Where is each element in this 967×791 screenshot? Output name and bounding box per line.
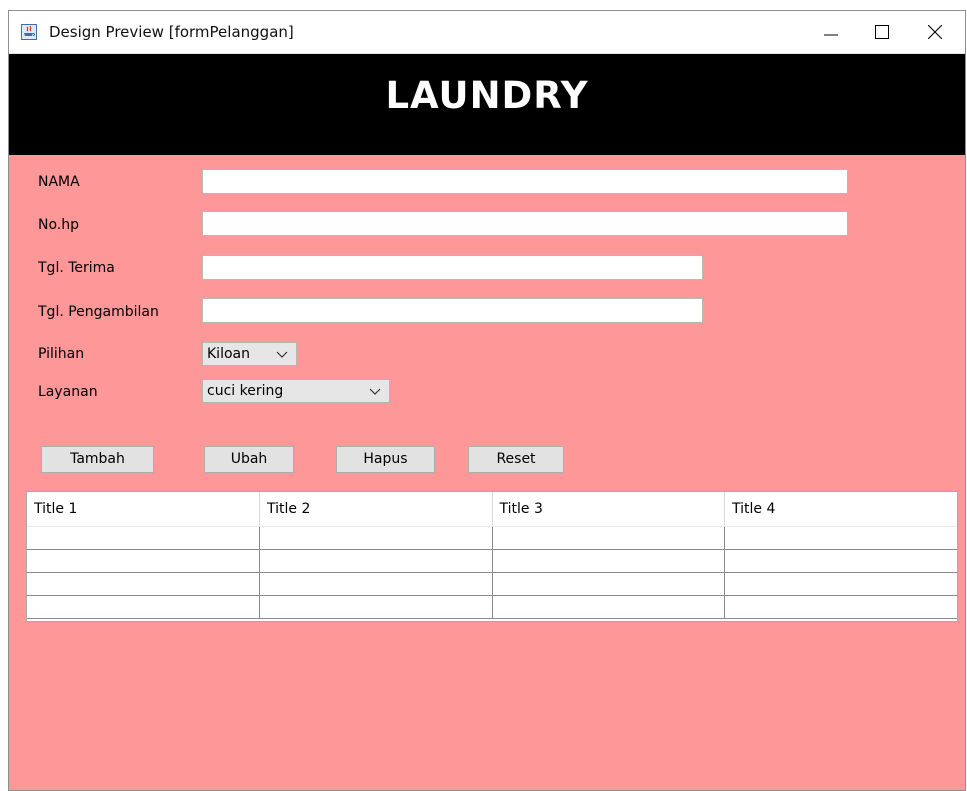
table-cell[interactable] bbox=[259, 595, 493, 619]
table-cell[interactable] bbox=[259, 572, 493, 596]
minimize-icon bbox=[824, 34, 838, 36]
tgl-pengambilan-label: Tgl. Pengambilan bbox=[38, 304, 159, 320]
table-cell[interactable] bbox=[259, 526, 493, 550]
table-cell[interactable] bbox=[724, 526, 957, 550]
close-button[interactable] bbox=[911, 11, 957, 53]
pilihan-dropdown[interactable]: Kiloan bbox=[202, 342, 297, 366]
table-cell[interactable] bbox=[259, 549, 493, 573]
table-row[interactable] bbox=[27, 572, 957, 596]
layanan-selected-value: cuci kering bbox=[207, 383, 284, 399]
hapus-button[interactable]: Hapus bbox=[336, 446, 435, 473]
table-cell[interactable] bbox=[491, 572, 725, 596]
chevron-down-icon bbox=[369, 388, 381, 395]
table-cell[interactable] bbox=[491, 526, 725, 550]
pelanggan-table[interactable]: Title 1 Title 2 Title 3 Title 4 bbox=[26, 491, 958, 622]
java-app-icon bbox=[21, 24, 37, 40]
table-row[interactable] bbox=[27, 595, 957, 619]
table-cell[interactable] bbox=[724, 595, 957, 619]
form-pelanggan-window: Design Preview [formPelanggan] LAUNDRY N… bbox=[8, 10, 966, 791]
laundry-header-banner: LAUNDRY bbox=[9, 54, 965, 155]
pilihan-label: Pilihan bbox=[38, 346, 85, 362]
close-icon bbox=[928, 25, 942, 39]
maximize-icon bbox=[875, 25, 889, 39]
window-titlebar[interactable]: Design Preview [formPelanggan] bbox=[9, 11, 965, 54]
minimize-button[interactable] bbox=[807, 11, 853, 53]
tambah-button[interactable]: Tambah bbox=[41, 446, 154, 473]
tgl-terima-label: Tgl. Terima bbox=[38, 260, 115, 276]
nama-input[interactable] bbox=[202, 169, 848, 194]
table-cell[interactable] bbox=[27, 572, 260, 596]
tgl-pengambilan-input[interactable] bbox=[202, 298, 703, 323]
table-column-header[interactable]: Title 4 bbox=[724, 492, 957, 527]
table-column-header[interactable]: Title 2 bbox=[259, 492, 493, 527]
table-cell[interactable] bbox=[27, 595, 260, 619]
chevron-down-icon bbox=[276, 351, 288, 358]
table-cell[interactable] bbox=[724, 572, 957, 596]
pilihan-selected-value: Kiloan bbox=[207, 346, 250, 362]
table-column-header[interactable]: Title 3 bbox=[492, 492, 725, 527]
nama-label: NAMA bbox=[38, 174, 80, 190]
table-column-header[interactable]: Title 1 bbox=[27, 492, 260, 527]
tgl-terima-input[interactable] bbox=[202, 255, 703, 280]
table-cell[interactable] bbox=[724, 549, 957, 573]
header-title: LAUNDRY bbox=[385, 74, 589, 117]
ubah-button[interactable]: Ubah bbox=[204, 446, 294, 473]
table-cell[interactable] bbox=[27, 526, 260, 550]
maximize-button[interactable] bbox=[858, 11, 904, 53]
table-row[interactable] bbox=[27, 526, 957, 550]
nohp-label: No.hp bbox=[38, 217, 80, 233]
table-cell[interactable] bbox=[27, 549, 260, 573]
layanan-dropdown[interactable]: cuci kering bbox=[202, 379, 390, 403]
layanan-label: Layanan bbox=[38, 384, 98, 400]
reset-button[interactable]: Reset bbox=[468, 446, 564, 473]
table-cell[interactable] bbox=[491, 549, 725, 573]
table-cell[interactable] bbox=[491, 595, 725, 619]
table-header-row: Title 1 Title 2 Title 3 Title 4 bbox=[27, 492, 957, 527]
nohp-input[interactable] bbox=[202, 211, 848, 236]
table-row[interactable] bbox=[27, 549, 957, 573]
window-title: Design Preview [formPelanggan] bbox=[49, 23, 294, 41]
